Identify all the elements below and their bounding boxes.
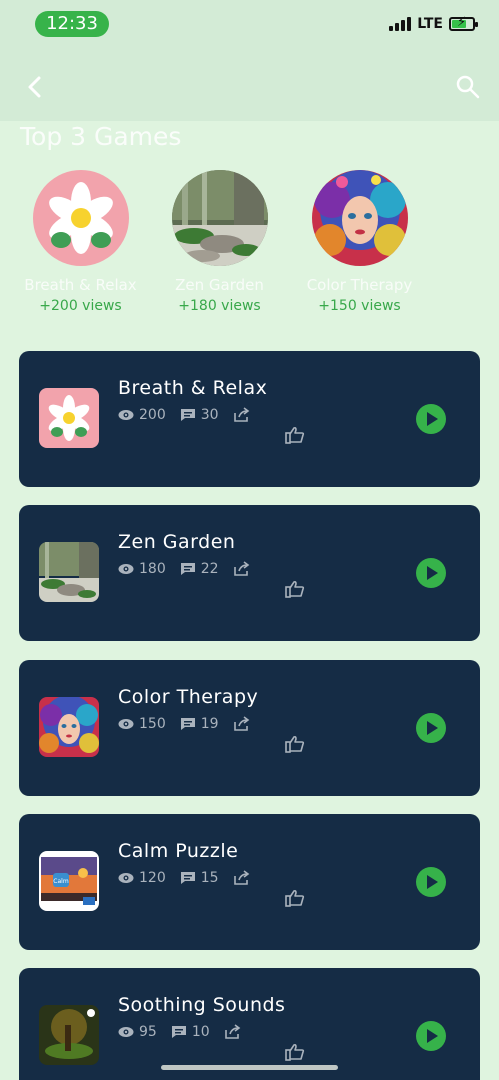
status-indicators: LTE ⚡ [389,15,478,32]
view-count: 180 [139,561,166,578]
thumbs-up-icon[interactable] [285,735,305,753]
game-stats: 180 22 [118,561,256,577]
comment-icon [180,409,195,421]
top-game-views: +180 views [178,298,261,314]
top-game-3[interactable]: Color Therapy +150 views [297,170,422,314]
share-icon[interactable] [233,407,251,423]
lotus-flower-image [32,170,129,266]
eye-icon [118,872,134,883]
game-card-4[interactable]: Calm Calm Puzzle 120 15 [19,813,480,950]
status-bar: 12:33 LTE ⚡ [0,0,499,56]
eye-icon [118,410,134,420]
thumbs-up-icon[interactable] [285,580,305,599]
top-game-2[interactable]: Zen Garden +180 views [157,170,282,314]
status-time: 12:33 [35,11,109,37]
game-thumbnail: Calm [39,850,99,911]
signal-icon [389,17,412,31]
top-game-views: +200 views [39,298,122,314]
game-card-1[interactable]: Breath & Relax 200 30 [19,351,480,487]
top-game-1[interactable]: Breath & Relax +200 views [18,170,143,314]
top-game-name: Zen Garden [175,276,264,294]
game-thumbnail [39,388,99,448]
game-thumbnail [39,1005,99,1066]
network-label: LTE [417,16,443,32]
search-icon [456,75,480,99]
play-button[interactable] [416,558,446,589]
view-count: 150 [139,715,166,732]
game-thumbnail [39,542,99,603]
thumbs-up-icon[interactable] [285,889,305,907]
game-card-3[interactable]: Color Therapy 150 19 [19,659,480,796]
game-title: Zen Garden [118,531,236,554]
zen-garden-image [171,170,268,266]
home-indicator [161,1065,338,1070]
comment-count: 19 [200,715,219,732]
comment-icon [180,563,195,576]
app-bar [0,56,499,121]
game-title: Calm Puzzle [118,839,239,862]
battery-icon: ⚡ [449,15,478,31]
game-card-2[interactable]: Zen Garden 180 22 [19,505,480,642]
colorful-portrait-image [311,170,408,266]
game-title: Breath & Relax [118,377,268,399]
share-icon[interactable] [233,561,251,577]
view-count: 120 [139,869,166,886]
svg-text:Calm: Calm [53,878,69,885]
top-game-name: Color Therapy [306,276,413,294]
game-title: Soothing Sounds [118,994,286,1017]
game-stats: 200 30 [118,407,256,423]
eye-icon [118,564,134,575]
comment-count: 22 [200,561,219,578]
comment-icon [171,1026,186,1039]
view-count: 95 [139,1024,157,1041]
thumbs-up-icon[interactable] [285,426,305,444]
comment-count: 30 [200,407,219,423]
share-icon[interactable] [224,1024,242,1040]
top-game-views: +150 views [318,298,401,314]
game-card-5[interactable]: Soothing Sounds 95 10 [19,968,480,1080]
search-button[interactable] [455,74,481,100]
view-count: 200 [139,407,166,423]
game-stats: 150 19 [118,716,256,732]
comment-icon [180,717,195,730]
comment-count: 10 [191,1024,210,1041]
eye-icon [118,1027,134,1038]
play-button[interactable] [416,866,446,897]
game-stats: 95 10 [118,1024,247,1040]
play-button[interactable] [416,712,446,743]
comment-icon [180,871,195,884]
section-title: Top 3 Games [20,122,182,151]
back-button[interactable] [22,72,50,102]
thumbs-up-icon[interactable] [285,1043,305,1061]
chevron-left-icon [28,76,41,98]
play-button[interactable] [416,1021,446,1052]
top-game-name: Breath & Relax [24,276,137,294]
game-title: Color Therapy [118,685,259,708]
play-button[interactable] [416,404,446,434]
game-thumbnail [39,696,99,757]
share-icon[interactable] [233,715,251,732]
share-icon[interactable] [233,870,251,886]
game-stats: 120 15 [118,870,256,886]
eye-icon [118,718,134,729]
comment-count: 15 [200,869,219,886]
